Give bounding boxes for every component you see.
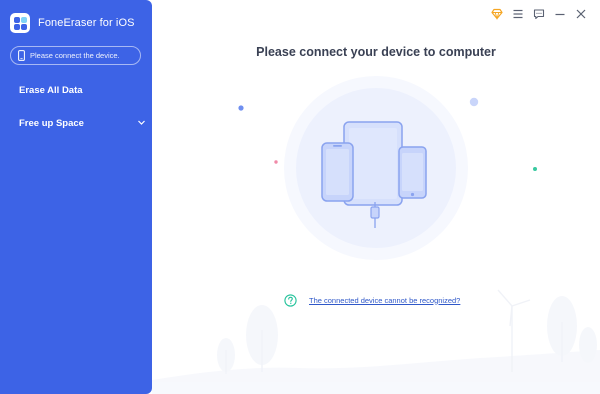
sidebar-item-free-up-space[interactable]: Free up Space [0, 109, 152, 137]
decorative-dot [238, 105, 244, 111]
sidebar-item-label: Erase All Data [19, 84, 83, 96]
app-window: FoneEraser for iOS Please connect the de… [0, 0, 600, 394]
decorative-dot [469, 97, 479, 107]
app-brand: FoneEraser for iOS [10, 12, 135, 34]
connect-device-illustration [152, 76, 600, 394]
phone-left-icon [321, 142, 354, 202]
sidebar-item-label: Free up Space [19, 117, 84, 129]
device-status-pill[interactable]: Please connect the device. [10, 46, 141, 65]
chevron-down-icon [138, 120, 145, 125]
app-logo-icon [10, 13, 30, 33]
sidebar-item-erase-all-data[interactable]: Erase All Data [0, 76, 152, 104]
device-status-text: Please connect the device. [30, 51, 120, 60]
app-title: FoneEraser for iOS [38, 17, 135, 29]
question-circle-icon [284, 293, 297, 307]
sidebar: FoneEraser for iOS Please connect the de… [0, 0, 152, 394]
help-row: The connected device cannot be recognize… [284, 293, 460, 307]
decorative-dot [274, 160, 278, 164]
phone-right-icon [398, 146, 427, 199]
decorative-dot [533, 167, 537, 171]
device-not-recognized-link[interactable]: The connected device cannot be recognize… [309, 296, 460, 305]
phone-icon [18, 50, 25, 61]
